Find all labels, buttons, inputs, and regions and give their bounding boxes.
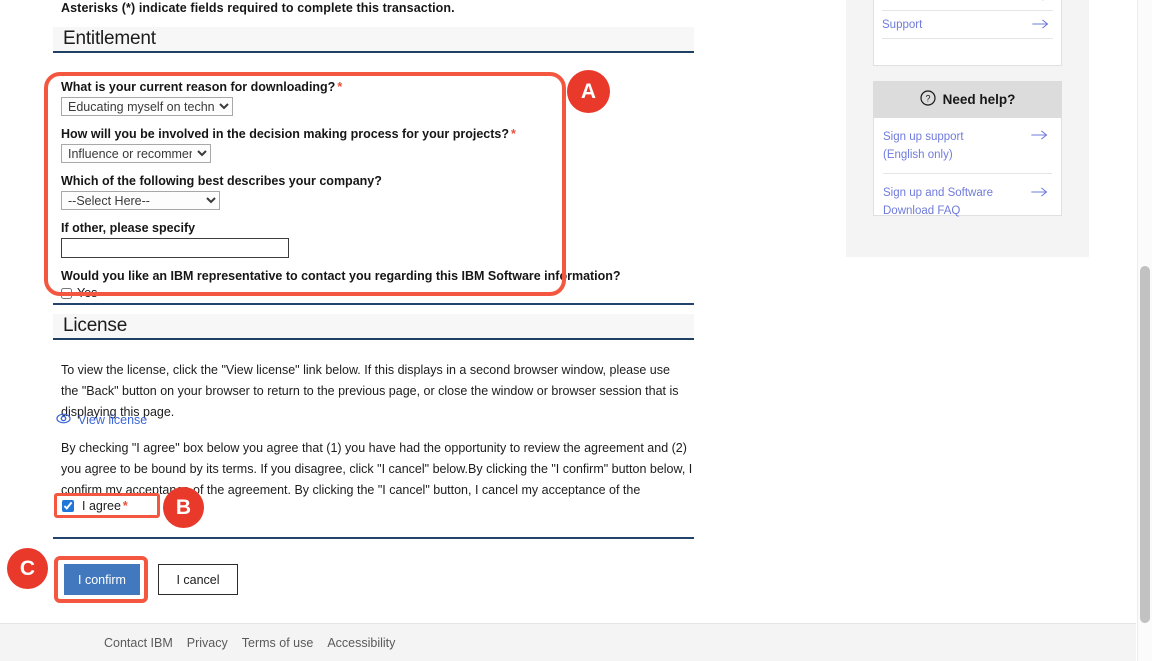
required-fields-note: Asterisks (*) indicate fields required t… <box>61 1 455 15</box>
label-reason-for-downloading: What is your current reason for download… <box>61 79 561 95</box>
entitlement-section-divider <box>53 303 694 305</box>
entitlement-form: What is your current reason for download… <box>61 79 621 300</box>
license-section-title: License <box>63 315 128 336</box>
eye-icon <box>56 411 71 429</box>
required-asterisk-agree: * <box>122 498 128 513</box>
select-decision-process[interactable]: Influence or recommendMake the decisionN… <box>61 144 211 163</box>
download-faq-label: Sign up and Software Download FAQ <box>883 187 993 217</box>
license-instructions-paragraph: To view the license, click the "View lic… <box>61 363 679 419</box>
cancel-button[interactable]: I cancel <box>158 564 238 595</box>
footer-link-privacy[interactable]: Privacy <box>187 636 228 650</box>
svg-text:?: ? <box>925 94 930 104</box>
required-asterisk-reason: * <box>337 80 343 94</box>
select-company-description[interactable]: --Select Here--Business PartnerCustomerO… <box>61 191 220 210</box>
label-contact-question: Would you like an IBM representative to … <box>61 269 621 283</box>
label-company-description: Which of the following best describes yo… <box>61 173 561 189</box>
annotation-badge-a: A <box>567 70 610 113</box>
arrow-right-icon <box>1032 0 1051 4</box>
confirm-button[interactable]: I confirm <box>64 564 140 595</box>
sidebar-links-card: Events Support <box>873 0 1062 66</box>
annotation-badge-c: C <box>7 548 48 589</box>
annotation-badge-b: B <box>163 487 204 528</box>
arrow-right-icon <box>1031 129 1050 144</box>
sidebar-item-signup-support[interactable]: Sign up support (English only) <box>883 118 1052 174</box>
checkbox-i-agree-label: I agree * <box>82 499 128 513</box>
vertical-scrollbar-thumb[interactable] <box>1140 266 1150 623</box>
highlight-agree-checkbox-region[interactable]: I agree * <box>54 493 160 518</box>
sidebar-item-support-label: Support <box>882 18 923 31</box>
sidebar-item-support[interactable]: Support <box>882 11 1053 39</box>
entitlement-section-title: Entitlement <box>63 28 156 49</box>
agree-label-text: I agree <box>82 498 121 513</box>
checkbox-contact-yes[interactable] <box>61 287 72 299</box>
view-license-link[interactable]: View license <box>56 411 147 429</box>
sidebar-item-events-label: Events <box>882 0 917 3</box>
footer-link-terms-of-use[interactable]: Terms of use <box>242 636 314 650</box>
label-decision-text: How will you be involved in the decision… <box>61 127 510 141</box>
need-help-label: Need help? <box>942 92 1016 107</box>
signup-support-sublabel: (English only) <box>883 149 953 161</box>
license-section-header: License <box>53 314 694 340</box>
arrow-right-icon <box>1032 17 1051 32</box>
required-asterisk-decision: * <box>511 127 516 141</box>
arrow-right-icon <box>1031 186 1050 201</box>
sidebar-item-events[interactable]: Events <box>882 0 1053 11</box>
license-section-divider <box>53 537 694 539</box>
signup-support-label: Sign up support <box>883 131 964 143</box>
need-help-header: ? Need help? <box>873 81 1062 118</box>
footer-link-list: Contact IBM Privacy Terms of use Accessi… <box>104 636 395 650</box>
page-footer: Contact IBM Privacy Terms of use Accessi… <box>0 623 1136 661</box>
footer-link-accessibility[interactable]: Accessibility <box>327 636 395 650</box>
need-help-body: Sign up support (English only) Sign up a… <box>873 118 1062 217</box>
checkbox-contact-label: Yes <box>77 286 98 300</box>
contact-yes-row[interactable]: Yes <box>61 286 561 300</box>
input-other-specify[interactable] <box>61 238 289 258</box>
question-mark-icon: ? <box>920 90 936 109</box>
label-reason-text: What is your current reason for download… <box>61 80 336 94</box>
sidebar-item-download-faq[interactable]: Sign up and Software Download FAQ <box>883 174 1052 229</box>
entitlement-section-header: Entitlement <box>53 27 694 53</box>
footer-link-contact-ibm[interactable]: Contact IBM <box>104 636 173 650</box>
label-decision-process: How will you be involved in the decision… <box>61 126 561 142</box>
vertical-scrollbar-track[interactable] <box>1137 0 1152 661</box>
select-reason-for-downloading[interactable]: Educating myself on technologyEvaluating… <box>61 97 233 116</box>
sidebar-help-card: ? Need help? Sign up support (English on… <box>873 81 1062 217</box>
page-root: Asterisks (*) indicate fields required t… <box>0 0 1136 661</box>
label-company-text: Which of the following best describes yo… <box>61 174 382 188</box>
view-license-label: View license <box>78 413 148 427</box>
checkbox-i-agree[interactable] <box>62 499 74 512</box>
label-if-other-specify: If other, please specify <box>61 221 196 235</box>
